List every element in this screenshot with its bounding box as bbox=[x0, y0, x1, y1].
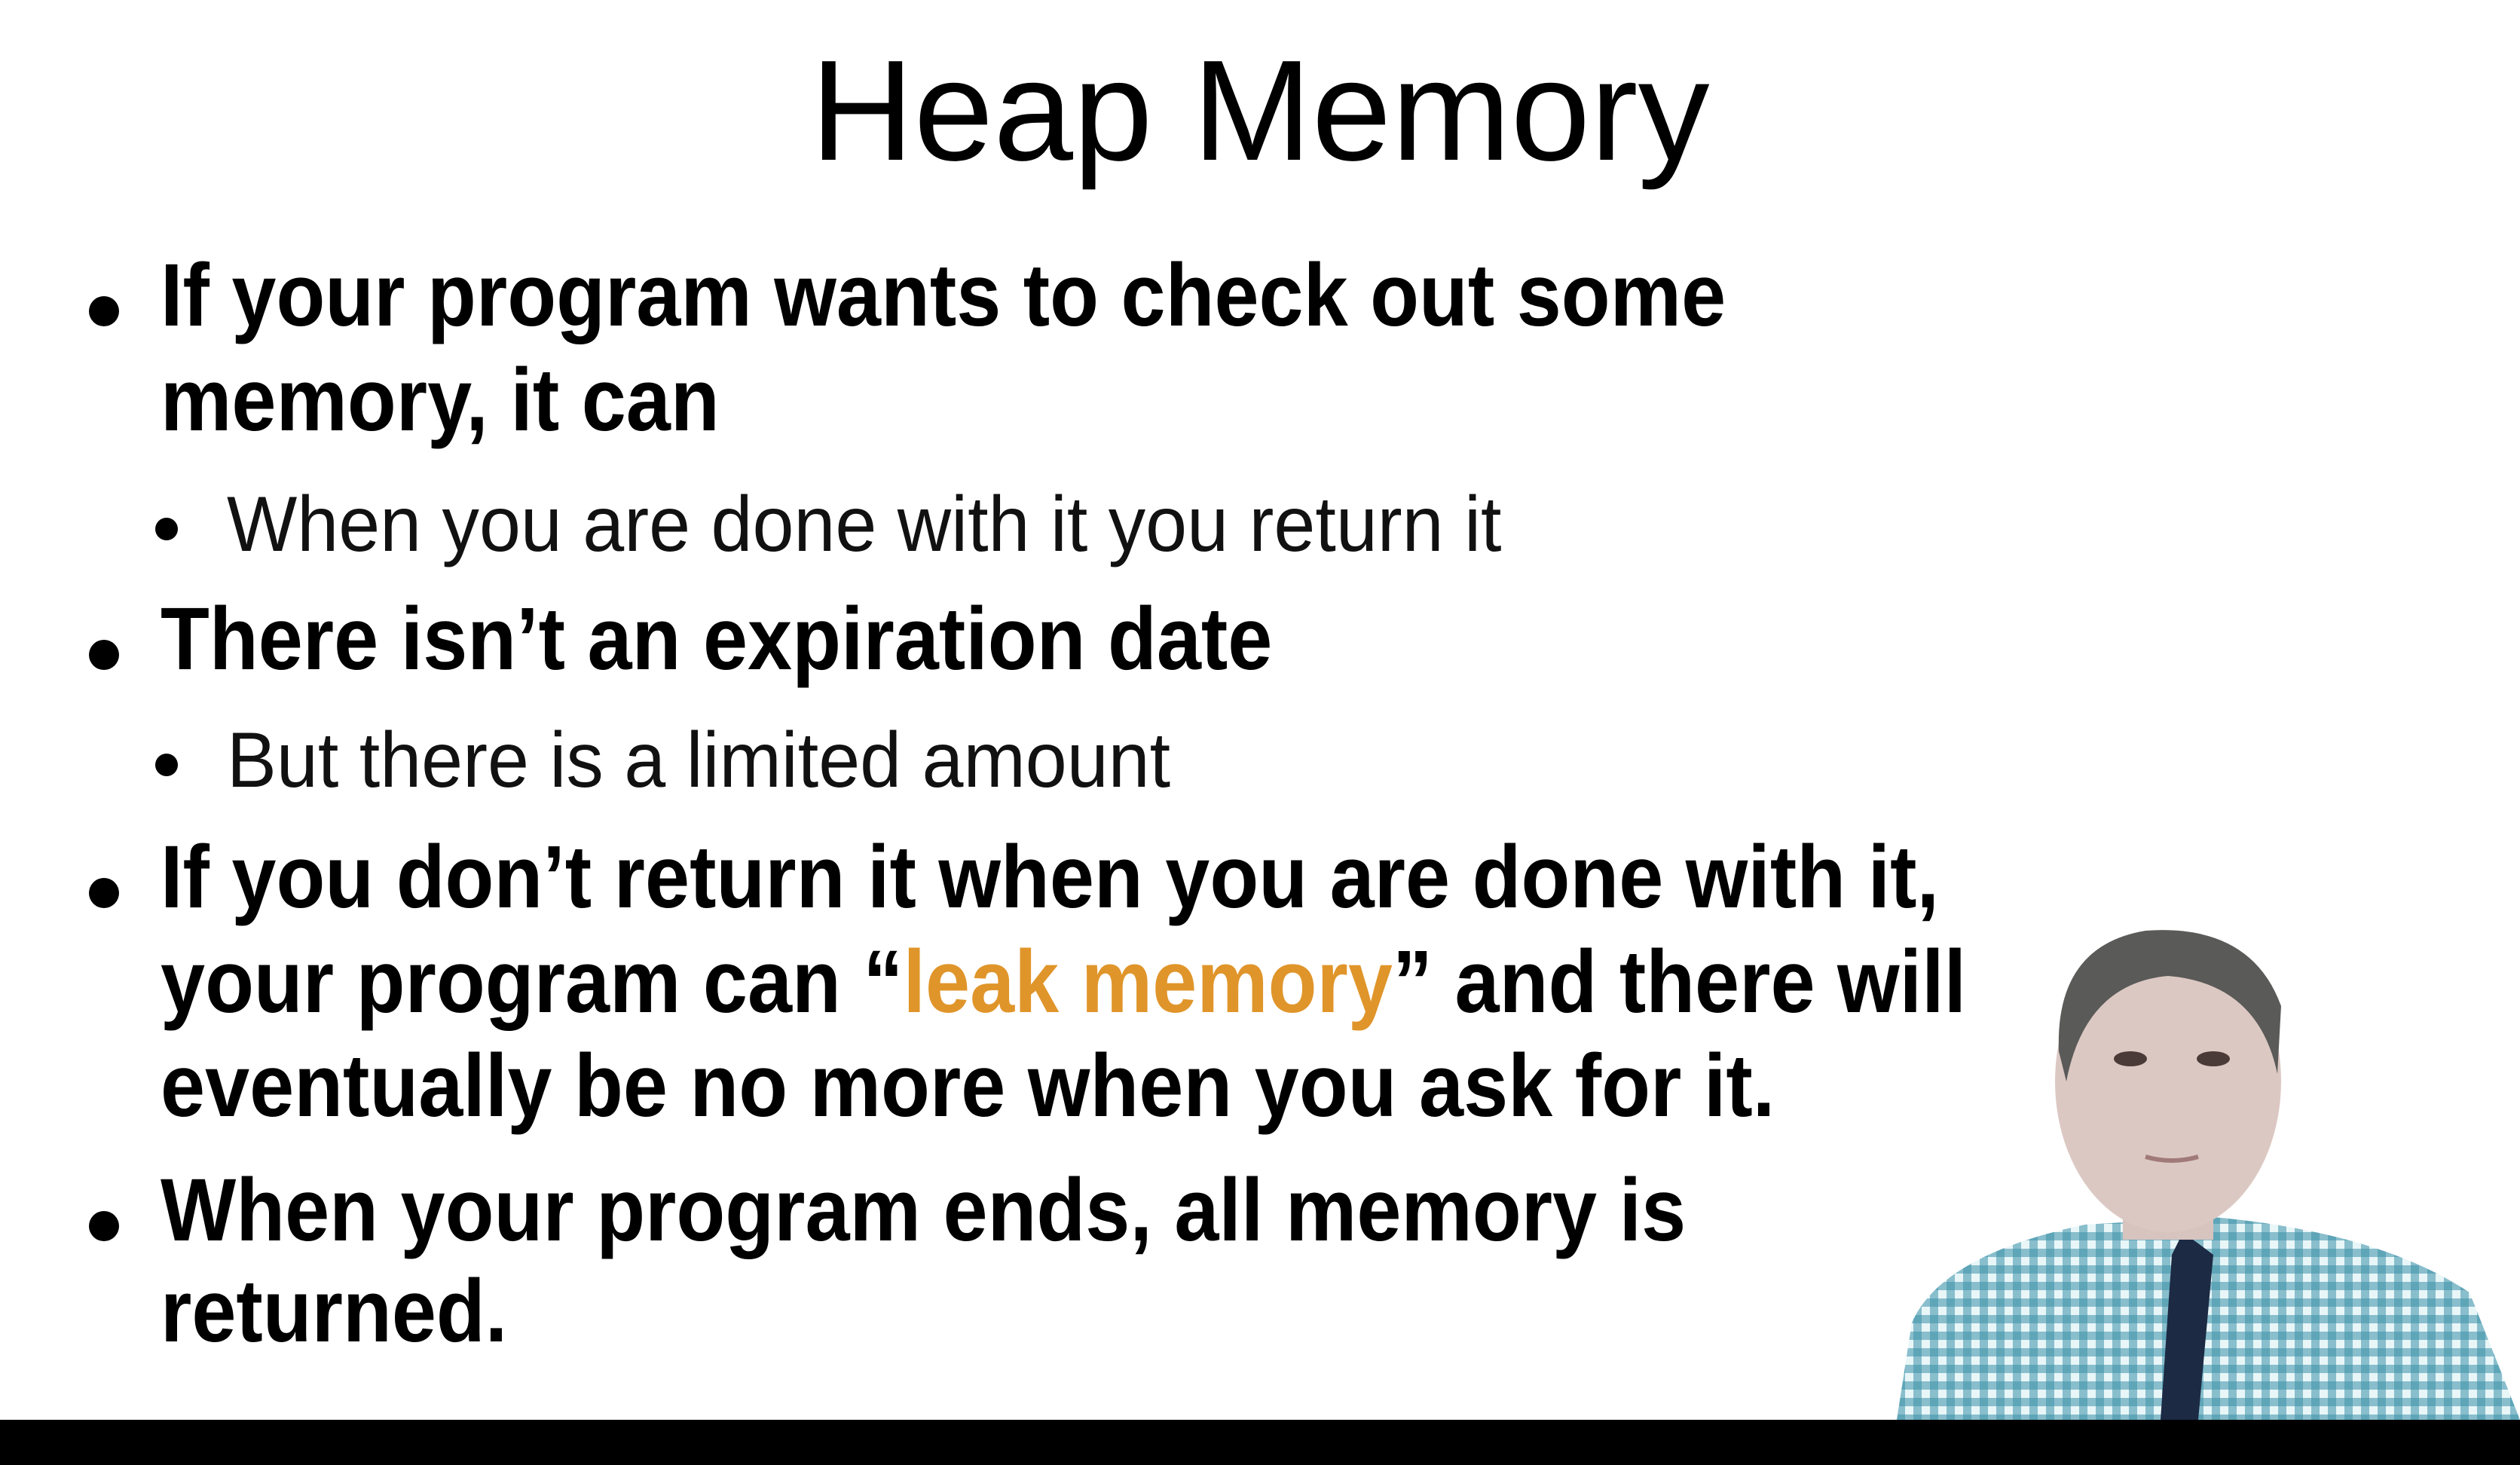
presenter-video bbox=[1897, 901, 2520, 1420]
bullet-3-line-1: If you don’t return it when you are done… bbox=[161, 827, 1939, 927]
leak-memory-highlight: leak memory bbox=[903, 932, 1393, 1032]
slide-title: Heap Memory bbox=[810, 31, 1710, 191]
sub-bullet-dot bbox=[155, 518, 178, 540]
video-bottom-bar bbox=[0, 1420, 2520, 1465]
bullet-2: There isn’t an expiration date bbox=[161, 589, 1273, 689]
bullet-dot bbox=[89, 1211, 119, 1241]
bullet-dot bbox=[89, 878, 119, 908]
bullet-dot bbox=[89, 296, 119, 326]
bullet-3-line-2: your program can “leak memory” and there… bbox=[161, 937, 1966, 1026]
text: ” and there will bbox=[1392, 932, 1967, 1032]
bullet-4-line-2: returned. bbox=[161, 1262, 508, 1361]
bullet-1-line-1: If your program wants to check out some bbox=[161, 246, 1726, 345]
sub-bullet-2: But there is a limited amount bbox=[227, 717, 1171, 804]
sub-bullet-1: When you are done with it you return it bbox=[227, 481, 1502, 568]
bullet-3-line-3: eventually be no more when you ask for i… bbox=[161, 1036, 1775, 1136]
bullet-4-line-1: When your program ends, all memory is bbox=[161, 1161, 1687, 1260]
bullet-dot bbox=[89, 640, 119, 670]
text: your program can “ bbox=[161, 932, 904, 1032]
sub-bullet-dot bbox=[155, 754, 178, 776]
bullet-1-line-2: memory, it can bbox=[161, 350, 720, 450]
